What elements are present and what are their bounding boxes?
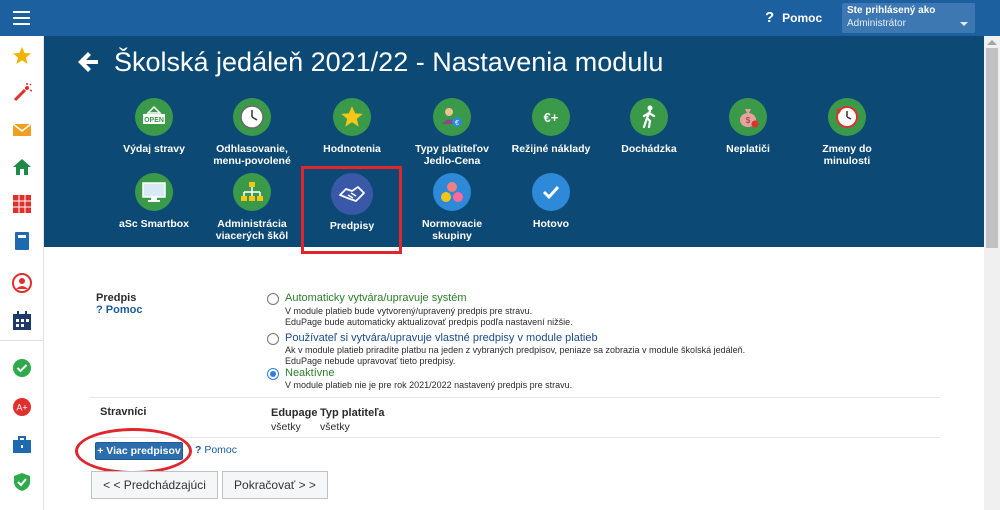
user-dropdown[interactable]: Ste prihlásený ako Administrátor xyxy=(842,3,975,33)
back-arrow-icon[interactable] xyxy=(78,50,98,79)
open-sign-icon: OPEN xyxy=(135,98,173,136)
option-title-automaticky: Automaticky vytvára/upravuje systém xyxy=(285,292,467,304)
money-bag-icon: $ xyxy=(729,98,767,136)
option-title-neaktivne: Neaktívne xyxy=(285,367,335,379)
user-role: Administrátor xyxy=(847,18,906,29)
help-link[interactable]: ? Pomoc xyxy=(765,9,822,26)
predpis-help-link[interactable]: ? Pomoc xyxy=(96,304,142,316)
sidebar-timetable-grid-icon[interactable] xyxy=(0,188,44,220)
module-zmeny-do-minulosti[interactable]: Zmeny do minulosti xyxy=(798,98,896,167)
radio-neaktivne[interactable] xyxy=(267,368,279,380)
module-label: Administrácia viacerých škôl xyxy=(215,218,289,242)
svg-text:OPEN: OPEN xyxy=(144,117,164,124)
module-administracia-skol[interactable]: Administrácia viacerých škôl xyxy=(203,173,301,242)
group-dots-icon xyxy=(433,173,471,211)
module-label: aSc Smartbox xyxy=(118,218,190,230)
sidebar-check-circle-icon[interactable] xyxy=(0,352,44,384)
star-icon xyxy=(333,98,371,136)
sidebar-grade-circle-icon[interactable]: A+ xyxy=(0,391,44,423)
module-neplatici[interactable]: $ Neplatiči xyxy=(699,98,797,155)
divider xyxy=(90,437,940,438)
module-rezijne-naklady[interactable]: €+ Režijné náklady xyxy=(502,98,600,155)
module-label: Normovacie skupiny xyxy=(421,218,483,242)
scroll-up-arrow-icon[interactable] xyxy=(987,40,997,45)
module-label: Dochádzka xyxy=(621,143,677,155)
module-hodnotenia[interactable]: Hodnotenia xyxy=(303,98,401,155)
vertical-scrollbar[interactable] xyxy=(984,36,1000,510)
previous-button[interactable]: < < Predchádzajúci xyxy=(91,471,218,499)
module-dochadzka[interactable]: Dochádzka xyxy=(600,98,698,155)
radio-automaticky[interactable] xyxy=(267,293,279,305)
module-label: Neplatiči xyxy=(726,143,770,155)
sidebar-shield-check-icon[interactable] xyxy=(0,466,44,498)
checkmark-icon xyxy=(532,173,570,211)
sidebar-home-icon[interactable] xyxy=(0,151,44,183)
module-odhlasovanie[interactable]: Odhlasovanie, menu-povolené xyxy=(203,98,301,167)
module-predpisy[interactable]: Predpisy xyxy=(303,173,401,232)
module-typy-platitelov[interactable]: € Typy platiteľov Jedlo-Cena xyxy=(403,98,501,167)
cell-typ-platitela: všetky xyxy=(320,421,350,433)
clock-icon xyxy=(233,98,271,136)
stravnici-label: Stravníci xyxy=(100,406,147,418)
euro-plus-icon: €+ xyxy=(532,98,570,136)
option-desc: EduPage bude automaticky aktualizovať pr… xyxy=(285,317,573,327)
sidebar-divider xyxy=(0,340,44,341)
cell-edupage: všetky xyxy=(271,421,301,433)
more-help-link[interactable]: ? Pomoc xyxy=(195,444,237,456)
sidebar-calendar-icon[interactable] xyxy=(0,305,44,337)
payer-types-icon: € xyxy=(433,98,471,136)
module-label: Režijné náklady xyxy=(511,143,591,155)
option-desc: V module platieb nie je pre rok 2021/202… xyxy=(285,380,573,390)
walking-person-icon xyxy=(630,98,668,136)
top-bar: ? Pomoc Ste prihlásený ako Administrátor xyxy=(0,0,1000,36)
hamburger-menu-icon[interactable] xyxy=(0,0,42,36)
history-clock-icon xyxy=(828,98,866,136)
left-sidebar: A+ xyxy=(0,36,44,510)
sidebar-mail-icon[interactable] xyxy=(0,114,44,146)
module-label: Typy platiteľov Jedlo-Cena xyxy=(415,143,489,167)
question-icon: ? xyxy=(765,9,775,26)
option-desc: Ak v module platieb priradíte platbu na … xyxy=(285,345,746,355)
chevron-down-icon xyxy=(960,22,968,26)
predpis-label: Predpis xyxy=(96,292,137,304)
svg-text:€: € xyxy=(455,120,459,127)
option-title-pouzivatel: Používateľ si vytvára/upravuje vlastné p… xyxy=(285,332,598,344)
org-chart-icon xyxy=(233,173,271,211)
module-label: Zmeny do minulosti xyxy=(822,143,872,167)
sidebar-star-icon[interactable] xyxy=(0,40,44,72)
help-label: Pomoc xyxy=(105,304,143,316)
sidebar-magic-wand-icon[interactable] xyxy=(0,77,44,109)
column-header-typ-platitela: Typ platiteľa xyxy=(320,407,385,419)
svg-text:$: $ xyxy=(746,116,751,125)
help-link-label: Pomoc xyxy=(782,10,823,25)
module-label: Hotovo xyxy=(532,218,570,230)
handshake-icon xyxy=(331,173,373,215)
divider xyxy=(90,397,940,398)
sidebar-book-icon[interactable] xyxy=(0,225,44,257)
module-label: Odhlasovanie, menu-povolené xyxy=(213,143,291,167)
sidebar-person-icon[interactable] xyxy=(0,267,44,299)
option-desc: V module platieb bude vytvorený/upravený… xyxy=(285,306,533,316)
svg-text:A+: A+ xyxy=(16,403,27,413)
module-normovacie-skupiny[interactable]: Normovacie skupiny xyxy=(403,173,501,242)
module-vydaj-stravy[interactable]: OPEN Výdaj stravy xyxy=(105,98,203,155)
monitor-icon xyxy=(135,173,173,211)
module-asc-smartbox[interactable]: aSc Smartbox xyxy=(105,173,203,230)
module-label: Hodnotenia xyxy=(323,143,381,155)
more-predpisy-button[interactable]: + Viac predpisov xyxy=(95,442,183,460)
module-label: Výdaj stravy xyxy=(123,143,185,155)
help-label: Pomoc xyxy=(204,444,238,456)
module-hotovo[interactable]: Hotovo xyxy=(502,173,600,230)
sidebar-briefcase-icon[interactable] xyxy=(0,429,44,461)
module-label: Predpisy xyxy=(329,220,375,232)
radio-pouzivatel[interactable] xyxy=(267,333,279,345)
page-title: Školská jedáleň 2021/22 - Nastavenia mod… xyxy=(114,47,664,77)
option-desc: EduPage nebude upravovať tieto predpisy. xyxy=(285,356,456,366)
scrollbar-thumb[interactable] xyxy=(986,48,998,248)
column-header-edupage: Edupage xyxy=(271,407,318,419)
continue-button[interactable]: Pokračovať > > xyxy=(222,471,328,499)
user-caption: Ste prihlásený ako xyxy=(847,5,936,16)
